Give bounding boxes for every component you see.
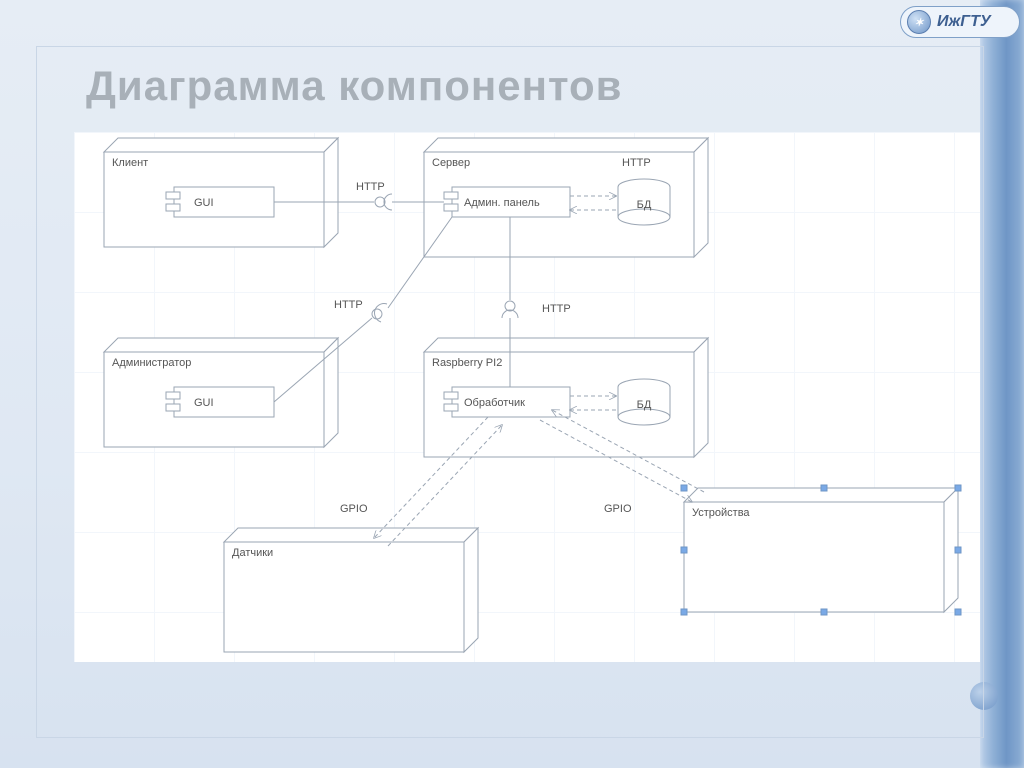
svg-text:HTTP: HTTP — [334, 299, 363, 311]
node-devices-title: Устройства — [692, 507, 750, 519]
slide-title: Диаграмма компонентов — [86, 62, 622, 110]
brand-text: ИжГТУ — [937, 13, 991, 31]
node-sensors: Датчики — [224, 528, 478, 652]
svg-text:GUI: GUI — [194, 197, 214, 209]
node-server: Сервер Админ. панель БД — [424, 138, 708, 257]
diagram-svg: Клиент GUI Администратор — [74, 132, 980, 662]
db-server: БД — [618, 179, 670, 225]
node-server-title: Сервер — [432, 157, 470, 169]
node-sensors-title: Датчики — [232, 547, 273, 559]
svg-text:GPIO: GPIO — [340, 503, 368, 515]
node-client: Клиент GUI — [104, 138, 338, 247]
node-client-title: Клиент — [112, 157, 148, 169]
svg-text:Админ. панель: Админ. панель — [464, 197, 540, 209]
component-server-panel: Админ. панель — [444, 187, 570, 217]
component-diagram: Клиент GUI Администратор — [74, 132, 980, 662]
component-admin-gui: GUI — [166, 387, 274, 417]
svg-text:HTTP: HTTP — [542, 303, 571, 315]
slide-page: ✶ ИжГТУ Диаграмма компонентов Клиент — [0, 0, 1024, 768]
svg-text:GPIO: GPIO — [604, 503, 632, 515]
svg-text:HTTP: HTTP — [356, 181, 385, 193]
svg-text:БД: БД — [637, 199, 652, 211]
component-rpi-handler: Обработчик — [444, 387, 570, 417]
component-client-gui: GUI — [166, 187, 274, 217]
svg-text:БД: БД — [637, 399, 652, 411]
db-rpi: БД — [618, 379, 670, 425]
svg-text:Обработчик: Обработчик — [464, 397, 525, 409]
decorative-stripe — [980, 0, 1024, 768]
node-admin-title: Администратор — [112, 357, 191, 369]
node-devices[interactable]: Устройства — [681, 485, 961, 615]
svg-text:GUI: GUI — [194, 397, 214, 409]
node-rpi-title: Raspberry PI2 — [432, 357, 502, 369]
node-admin: Администратор GUI — [104, 338, 338, 447]
edge-server-db-label: HTTP — [622, 157, 651, 169]
brand-badge: ✶ ИжГТУ — [900, 6, 1020, 38]
brand-icon: ✶ — [907, 10, 931, 34]
